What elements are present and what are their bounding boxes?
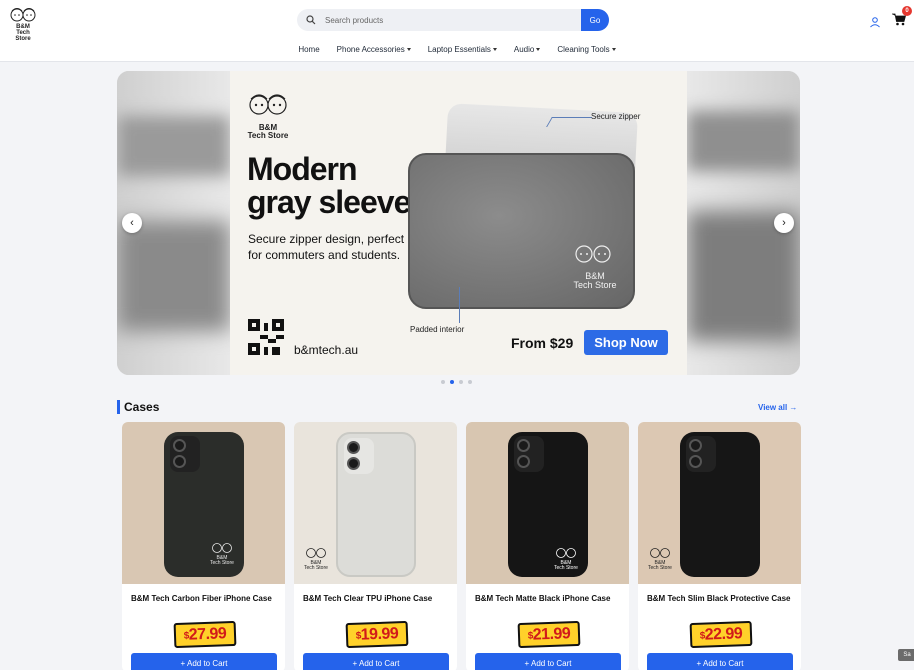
carousel-dot-4[interactable] — [468, 380, 472, 384]
hero-subline: Secure zipper design, perfect for commut… — [248, 232, 405, 262]
camera-module — [344, 438, 374, 474]
price-tag: $19.99 — [345, 620, 409, 649]
cart-button[interactable]: 0 — [892, 6, 912, 29]
nav-cleaning-tools[interactable]: Cleaning Tools — [557, 45, 616, 54]
nav-audio[interactable]: Audio — [513, 45, 541, 54]
price-tag: $21.99 — [517, 620, 581, 649]
logo-faces-icon — [10, 8, 36, 22]
add-to-cart-button[interactable]: + Add to Cart — [475, 653, 621, 670]
hero-headline-line1: Modern — [247, 151, 358, 187]
nav-cleaning-tools-label: Cleaning Tools — [557, 45, 610, 54]
case-brand-mark: B&M Tech Store — [210, 542, 234, 566]
search-input[interactable] — [325, 15, 581, 25]
product-image[interactable]: B&M Tech Store — [466, 422, 629, 584]
chevron-down-icon — [536, 48, 541, 51]
price-value: 27.99 — [188, 624, 227, 644]
user-icon[interactable] — [869, 15, 881, 28]
search-go-button[interactable]: Go — [581, 9, 609, 31]
section-title-cases: Cases — [117, 400, 159, 414]
price-tag: $27.99 — [173, 620, 237, 649]
zipper-callout-line — [546, 117, 592, 127]
callout-zipper: Secure zipper — [591, 112, 641, 121]
qr-code-icon — [248, 319, 284, 355]
phone-case-shape — [336, 432, 416, 577]
product-card[interactable]: B&M Tech Store B&M Tech Slim Black Protec… — [638, 422, 801, 670]
price-value: 19.99 — [360, 624, 399, 644]
hero-carousel: B&M Tech Store Modern gray sleeve Secure… — [117, 71, 800, 375]
logo-faces-icon — [249, 94, 287, 115]
product-image[interactable]: B&M Tech Store — [638, 422, 801, 584]
carousel-dot-1[interactable] — [441, 380, 445, 384]
camera-module — [686, 436, 716, 472]
product-name[interactable]: B&M Tech Carbon Fiber iPhone Case — [131, 594, 276, 604]
hero-price: From $29 — [511, 335, 574, 351]
hero-website: b&mtech.au — [294, 343, 359, 357]
search-bar: Go — [297, 9, 609, 31]
product-card[interactable]: B&M Tech Store B&M Tech Clear TPU iPhone … — [294, 422, 457, 670]
price-tag: $22.99 — [689, 620, 753, 649]
product-name[interactable]: B&M Tech Matte Black iPhone Case — [475, 594, 620, 604]
chevron-down-icon — [611, 48, 616, 51]
nav-laptop-essentials-label: Laptop Essentials — [427, 45, 491, 54]
hero-headline: Modern gray sleeve — [247, 151, 411, 220]
carousel-dot-3[interactable] — [459, 380, 463, 384]
add-to-cart-button[interactable]: + Add to Cart — [303, 653, 449, 670]
carousel-indicators — [441, 380, 472, 384]
sleeve-logo-line2: Tech Store — [573, 280, 617, 290]
hero-headline-line2: gray sleeve — [247, 184, 411, 220]
chevron-down-icon — [406, 48, 411, 51]
case-brand-mark: B&M Tech Store — [554, 547, 578, 571]
corner-tooltip: Sa — [898, 649, 914, 661]
nav-home-label: Home — [298, 45, 320, 54]
sleeve-logo: B&M Tech Store — [570, 241, 620, 290]
chevron-down-icon — [492, 48, 497, 51]
nav-phone-accessories[interactable]: Phone Accessories — [337, 45, 411, 54]
phone-case-shape — [680, 432, 760, 577]
add-to-cart-button[interactable]: + Add to Cart — [647, 653, 793, 670]
nav-audio-label: Audio — [513, 45, 535, 54]
camera-module — [514, 436, 544, 472]
nav-phone-accessories-label: Phone Accessories — [336, 45, 405, 54]
add-to-cart-button[interactable]: + Add to Cart — [131, 653, 277, 670]
product-image[interactable]: B&M Tech Store — [294, 422, 457, 584]
shop-now-button[interactable]: Shop Now — [584, 330, 668, 355]
cart-count-badge: 0 — [902, 6, 912, 16]
callout-padded: Padded interior — [410, 325, 465, 334]
hero-slide-banner[interactable]: B&M Tech Store Modern gray sleeve Secure… — [230, 71, 687, 375]
camera-module — [170, 436, 200, 472]
product-image[interactable]: B&M Tech Store — [122, 422, 285, 584]
case-brand-mark: B&M Tech Store — [648, 547, 672, 571]
price-value: 21.99 — [532, 624, 571, 644]
product-name[interactable]: B&M Tech Clear TPU iPhone Case — [303, 594, 448, 604]
product-name[interactable]: B&M Tech Slim Black Protective Case — [647, 594, 792, 604]
banner-logo: B&M Tech Store — [245, 91, 291, 140]
view-all-link[interactable]: View all → — [758, 403, 797, 412]
carousel-dot-2[interactable] — [450, 380, 454, 384]
product-card[interactable]: B&M Tech Store B&M Tech Matte Black iPhon… — [466, 422, 629, 670]
logo-text-line2: Tech Store — [15, 30, 31, 42]
main-nav: Home Phone Accessories Laptop Essentials… — [0, 45, 914, 54]
carousel-next-button[interactable]: › — [774, 213, 794, 233]
case-brand-mark: B&M Tech Store — [304, 547, 328, 571]
logo-faces-icon — [575, 245, 611, 263]
nav-home[interactable]: Home — [298, 45, 319, 54]
banner-logo-line2: Tech Store — [247, 131, 289, 140]
price-value: 22.99 — [704, 624, 743, 644]
site-header: B&M Tech Store Go 0 Home Phone Accessori… — [0, 0, 914, 62]
nav-laptop-essentials[interactable]: Laptop Essentials — [428, 45, 497, 54]
store-logo[interactable]: B&M Tech Store — [8, 6, 38, 42]
carousel-prev-button[interactable]: ‹ — [122, 213, 142, 233]
search-icon — [297, 9, 325, 31]
product-card[interactable]: B&M Tech Store B&M Tech Carbon Fiber iPho… — [122, 422, 285, 670]
padded-callout-line — [459, 287, 460, 323]
